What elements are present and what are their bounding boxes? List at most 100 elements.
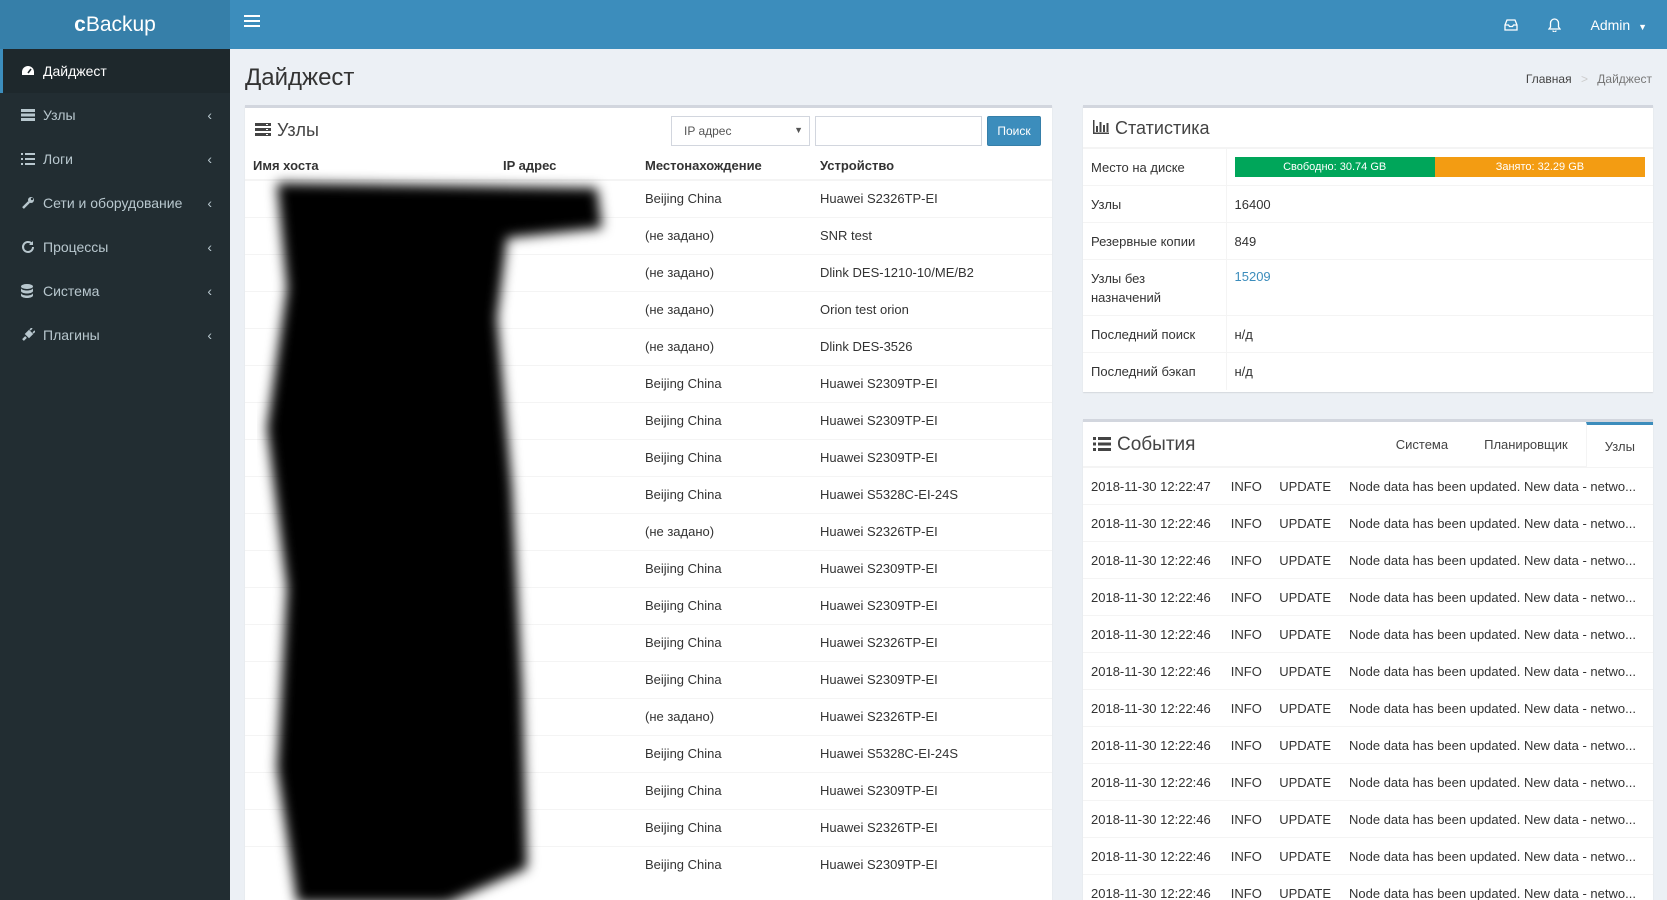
device-cell: Huawei S2326TP-EI	[812, 179, 1052, 217]
event-row[interactable]: 2018-11-30 12:22:46 INFO UPDATE Node data h…	[1083, 615, 1653, 653]
nodes-title-text: Узлы	[277, 120, 319, 140]
bell-icon[interactable]	[1547, 17, 1563, 33]
events-table: 2018-11-30 12:22:47 INFO UPDATE Node data h…	[1083, 467, 1653, 900]
wrench-icon	[21, 196, 43, 210]
event-row[interactable]: 2018-11-30 12:22:46 INFO UPDATE Node data h…	[1083, 763, 1653, 801]
app-logo[interactable]: c Backup	[0, 0, 230, 49]
sidebar-item-label: Логи	[43, 151, 73, 167]
event-row[interactable]: 2018-11-30 12:22:46 INFO UPDATE Node data h…	[1083, 578, 1653, 616]
column-header-device[interactable]: Устройство	[812, 152, 1052, 181]
logo-bold: c	[74, 12, 86, 36]
event-row[interactable]: 2018-11-30 12:22:47 INFO UPDATE Node data h…	[1083, 467, 1653, 505]
disk-used-segment: Занято: 32.29 GB	[1434, 157, 1645, 177]
breadcrumb-home[interactable]: Главная	[1526, 72, 1572, 86]
event-time: 2018-11-30 12:22:46	[1083, 874, 1223, 900]
event-level: INFO	[1222, 615, 1272, 653]
search-button[interactable]: Поиск	[987, 116, 1041, 146]
column-header-location[interactable]: Местонахождение	[637, 152, 812, 181]
search-input[interactable]	[815, 116, 982, 146]
inbox-icon[interactable]	[1503, 17, 1519, 33]
user-menu[interactable]: Admin ▼	[1591, 17, 1648, 33]
event-time: 2018-11-30 12:22:46	[1083, 541, 1223, 579]
sidebar-item-system[interactable]: Система ‹	[0, 269, 230, 313]
device-cell: Orion test orion	[812, 290, 1052, 328]
location-cell: Beijing China	[637, 438, 812, 476]
device-cell: Dlink DES-1210-10/ME/B2	[812, 253, 1052, 291]
event-message-text: Node data has been updated. New data - n…	[1349, 626, 1636, 642]
event-message: Node data has been updated. New data - n…	[1341, 874, 1653, 900]
tab-scheduler[interactable]: Планировщик	[1466, 422, 1586, 467]
event-row[interactable]: 2018-11-30 12:22:46 INFO UPDATE Node data h…	[1083, 541, 1653, 579]
event-row[interactable]: 2018-11-30 12:22:46 INFO UPDATE Node data h…	[1083, 874, 1653, 900]
list-icon	[21, 153, 43, 165]
event-level: INFO	[1222, 726, 1272, 764]
scrollbar[interactable]	[1653, 49, 1667, 900]
event-row[interactable]: 2018-11-30 12:22:46 INFO UPDATE Node data h…	[1083, 837, 1653, 875]
event-message-text: Node data has been updated. New data - n…	[1349, 589, 1636, 605]
event-row[interactable]: 2018-11-30 12:22:46 INFO UPDATE Node data h…	[1083, 689, 1653, 727]
event-row[interactable]: 2018-11-30 12:22:46 INFO UPDATE Node data h…	[1083, 504, 1653, 542]
unassigned-nodes-link[interactable]: 15209	[1235, 269, 1271, 284]
sidebar-item-nodes[interactable]: Узлы ‹	[0, 93, 230, 137]
device-cell: Huawei S2326TP-EI	[812, 512, 1052, 550]
sidebar-item-label: Сети и оборудование	[43, 195, 183, 211]
chevron-left-icon: ‹	[207, 283, 212, 299]
stat-row: Резервные копии 849	[1083, 222, 1653, 260]
events-box-title: События	[1093, 434, 1195, 456]
sidebar-item-digest[interactable]: Дайджест	[0, 49, 230, 93]
chevron-left-icon: ‹	[207, 151, 212, 167]
sidebar-item-processes[interactable]: Процессы ‹	[0, 225, 230, 269]
location-cell: Beijing China	[637, 179, 812, 217]
device-cell: Huawei S2326TP-EI	[812, 623, 1052, 661]
tab-system[interactable]: Система	[1378, 422, 1466, 467]
location-cell: Beijing China	[637, 401, 812, 439]
event-row[interactable]: 2018-11-30 12:22:46 INFO UPDATE Node data h…	[1083, 726, 1653, 764]
location-cell: (не задано)	[637, 290, 812, 328]
breadcrumb-current: Дайджест	[1597, 72, 1652, 86]
event-time: 2018-11-30 12:22:46	[1083, 689, 1223, 727]
event-time: 2018-11-30 12:22:46	[1083, 504, 1223, 542]
chevron-left-icon: ‹	[207, 327, 212, 343]
event-action: UPDATE	[1271, 689, 1342, 727]
stat-label: Узлы без назначений	[1083, 259, 1227, 316]
search-field-select[interactable]: IP адрес ▼	[671, 116, 810, 146]
event-time: 2018-11-30 12:22:46	[1083, 726, 1223, 764]
event-time: 2018-11-30 12:22:47	[1083, 467, 1223, 505]
event-action: UPDATE	[1271, 615, 1342, 653]
stat-value: н/д	[1226, 352, 1653, 390]
event-time: 2018-11-30 12:22:46	[1083, 837, 1223, 875]
event-action: UPDATE	[1271, 652, 1342, 690]
event-level: INFO	[1222, 504, 1272, 542]
device-cell: Huawei S2309TP-EI	[812, 845, 1052, 883]
event-message-text: Node data has been updated. New data - n…	[1349, 848, 1636, 864]
event-message: Node data has been updated. New data - n…	[1341, 504, 1653, 542]
sidebar-item-plugins[interactable]: Плагины ‹	[0, 313, 230, 357]
event-message: Node data has been updated. New data - n…	[1341, 763, 1653, 801]
event-row[interactable]: 2018-11-30 12:22:46 INFO UPDATE Node data h…	[1083, 800, 1653, 838]
location-cell: (не задано)	[637, 697, 812, 735]
stat-label: Резервные копии	[1083, 222, 1227, 260]
location-cell: Beijing China	[637, 845, 812, 883]
location-cell: (не задано)	[637, 253, 812, 291]
sidebar: c Backup Дайджест Узлы ‹ Логи ‹ Сети и о…	[0, 0, 230, 900]
navbar-right: Admin ▼	[1503, 0, 1648, 49]
event-time: 2018-11-30 12:22:46	[1083, 652, 1223, 690]
event-message-text: Node data has been updated. New data - n…	[1349, 737, 1636, 753]
device-cell: Huawei S5328C-EI-24S	[812, 475, 1052, 513]
disk-usage-bar: Свободно: 30.74 GB Занято: 32.29 GB	[1234, 157, 1646, 177]
sidebar-item-logs[interactable]: Логи ‹	[0, 137, 230, 181]
nodes-box: Узлы IP адрес ▼ Поиск Имя хоста IP адрес…	[245, 105, 1052, 900]
page-title: Дайджест	[245, 64, 355, 91]
events-tabs: Система Планировщик Узлы	[1378, 422, 1653, 467]
stat-value: 15209	[1226, 259, 1653, 316]
event-time: 2018-11-30 12:22:46	[1083, 763, 1223, 801]
event-row[interactable]: 2018-11-30 12:22:46 INFO UPDATE Node data h…	[1083, 652, 1653, 690]
tab-nodes[interactable]: Узлы	[1585, 422, 1653, 467]
statistics-title-text: Статистика	[1115, 118, 1210, 138]
device-cell: Huawei S2309TP-EI	[812, 660, 1052, 698]
sidebar-item-networks[interactable]: Сети и оборудование ‹	[0, 181, 230, 225]
server-icon	[21, 109, 43, 121]
event-level: INFO	[1222, 874, 1272, 900]
sidebar-toggle-icon[interactable]	[244, 15, 260, 29]
event-message: Node data has been updated. New data - n…	[1341, 615, 1653, 653]
